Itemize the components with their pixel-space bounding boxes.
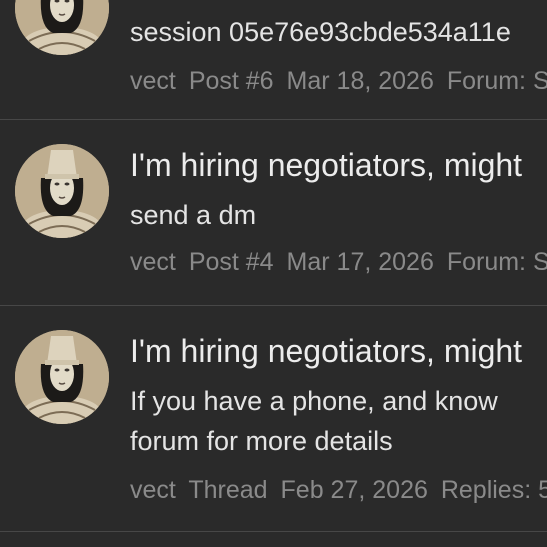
result-snippet: session 05e76e93cbde534a11e (130, 12, 547, 52)
author-link[interactable]: vect (130, 476, 176, 504)
snippet-line: send a dm (130, 200, 257, 230)
search-result-item: I'm hiring negotiators, might If you hav… (0, 306, 547, 532)
search-result-item: I'm hiring negotiators, might send a dm … (0, 120, 547, 306)
snippet-line: forum for more details (130, 426, 393, 456)
result-title-link[interactable]: I'm hiring negotiators, might (130, 145, 547, 185)
result-meta: vect Post #6 Mar 18, 2026 Forum: S (130, 66, 547, 96)
result-date: Mar 18, 2026 (286, 67, 434, 95)
result-content: I'm hiring negotiators, might If you hav… (130, 331, 547, 505)
author-link[interactable]: vect (130, 248, 176, 276)
user-avatar[interactable] (15, 330, 109, 424)
result-content: I'm hiring negotiators, might send a dm … (130, 145, 547, 277)
avatar-image (15, 144, 109, 238)
result-content: session 05e76e93cbde534a11e vect Post #6… (130, 12, 547, 96)
result-snippet: If you have a phone, and know forum for … (130, 381, 547, 461)
replies-count: Replies: 5 (440, 476, 547, 504)
result-date: Mar 17, 2026 (286, 248, 434, 276)
result-meta: vect Thread Feb 27, 2026 Replies: 5 (130, 475, 547, 505)
result-type: Post #6 (188, 67, 274, 95)
author-link[interactable]: vect (130, 67, 176, 95)
result-meta: vect Post #4 Mar 17, 2026 Forum: S (130, 247, 547, 277)
avatar-image (15, 0, 109, 55)
result-snippet: send a dm (130, 195, 547, 235)
forum-link[interactable]: Forum: S (447, 248, 547, 276)
avatar-image (15, 330, 109, 424)
result-date: Feb 27, 2026 (280, 476, 428, 504)
search-result-item: session 05e76e93cbde534a11e vect Post #6… (0, 0, 547, 120)
forum-link[interactable]: Forum: S (447, 67, 547, 95)
result-title-link[interactable]: I'm hiring negotiators, might (130, 331, 547, 371)
search-results-list: session 05e76e93cbde534a11e vect Post #6… (0, 0, 547, 547)
snippet-line: session 05e76e93cbde534a11e (130, 17, 511, 47)
result-type: Post #4 (188, 248, 274, 276)
result-type: Thread (188, 476, 268, 504)
user-avatar[interactable] (15, 144, 109, 238)
user-avatar[interactable] (15, 0, 109, 55)
snippet-line: If you have a phone, and know (130, 386, 498, 416)
